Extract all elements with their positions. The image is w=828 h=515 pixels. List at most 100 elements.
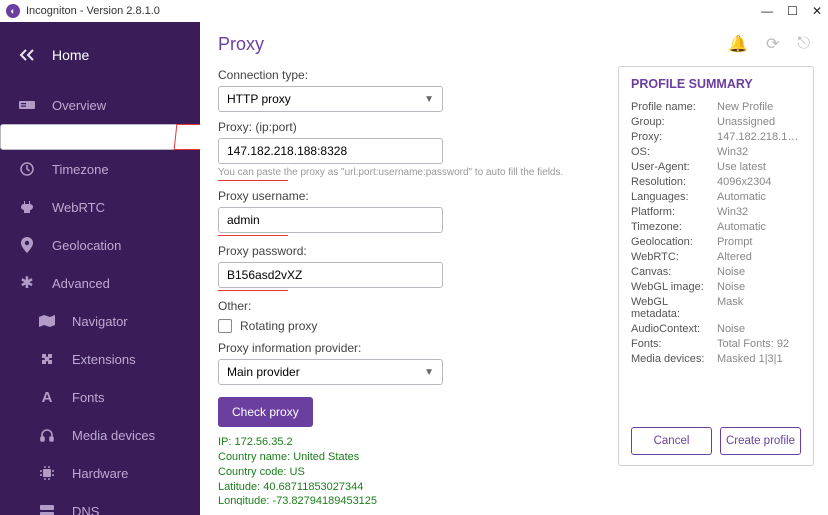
proxy-info-ip: IP: 172.56.35.2: [218, 435, 596, 450]
star-icon: ✱: [18, 274, 36, 292]
summary-row: User-Agent:Use latest: [631, 161, 801, 173]
summary-row: Resolution: 4096x2304: [631, 176, 801, 188]
close-button[interactable]: ✕: [812, 4, 822, 18]
other-label: Other:: [218, 299, 596, 313]
headphones-icon: [38, 426, 56, 444]
summary-row: Proxy:147.182.218.188:8328/HTT...: [631, 131, 801, 143]
chevron-down-icon: ▼: [424, 94, 434, 105]
annotation-redline: [218, 235, 288, 236]
summary-row: AudioContext:Noise: [631, 323, 801, 335]
summary-key: AudioContext:: [631, 323, 711, 335]
sidebar-item-webrtc[interactable]: WebRTC: [0, 188, 200, 226]
ipport-input[interactable]: [218, 138, 443, 164]
provider-select[interactable]: Main provider ▼: [218, 359, 443, 385]
summary-value: Noise: [717, 266, 801, 278]
summary-key: WebRTC:: [631, 251, 711, 263]
minimize-button[interactable]: —: [761, 4, 773, 18]
sidebar-item-advanced[interactable]: ✱ Advanced: [0, 264, 200, 302]
proxy-info-country-code: Country code: US: [218, 465, 596, 480]
summary-row: WebRTC: Altered: [631, 251, 801, 263]
ipport-hint: You can paste the proxy as "url:port:use…: [218, 167, 596, 178]
connection-type-select[interactable]: HTTP proxy ▼: [218, 86, 443, 112]
sidebar-home-label: Home: [52, 47, 89, 63]
profile-summary-title: PROFILE SUMMARY: [631, 77, 801, 91]
summary-value: Mask: [717, 296, 801, 320]
summary-key: Geolocation:: [631, 236, 711, 248]
summary-value: Win32: [717, 206, 801, 218]
summary-key: Resolution:: [631, 176, 711, 188]
proxy-info-lon: Longitude: -73.82794189453125: [218, 494, 596, 505]
sidebar-sub-extensions[interactable]: Extensions: [0, 340, 200, 378]
summary-row: Group:Unassigned: [631, 116, 801, 128]
provider-value: Main provider: [227, 365, 300, 379]
sidebar-sub-label: Navigator: [72, 314, 128, 329]
page-title: Proxy: [218, 34, 710, 55]
refresh-icon[interactable]: ⟳: [766, 34, 779, 54]
plug-icon: [18, 198, 36, 216]
sidebar-item-timezone[interactable]: Timezone: [0, 150, 200, 188]
summary-value: Masked 1|3|1: [717, 353, 801, 365]
font-icon: A: [38, 388, 56, 406]
summary-value: Noise: [717, 281, 801, 293]
sidebar-item-proxy[interactable]: Proxy: [0, 124, 200, 150]
summary-key: Proxy:: [631, 131, 711, 143]
summary-value: Use latest: [717, 161, 801, 173]
connection-type-value: HTTP proxy: [227, 92, 291, 106]
summary-value: Win32: [717, 146, 801, 158]
profile-summary-panel: PROFILE SUMMARY Profile name:New Profile…: [618, 66, 814, 466]
rotating-proxy-checkbox[interactable]: [218, 319, 232, 333]
sidebar: Home Overview Proxy Timezone WebRTC Geol…: [0, 22, 200, 515]
sidebar-sub-label: DNS: [72, 504, 99, 515]
sidebar-home[interactable]: Home: [0, 38, 200, 86]
password-input[interactable]: [218, 262, 443, 288]
create-profile-button[interactable]: Create profile: [720, 427, 801, 455]
sidebar-label: WebRTC: [52, 200, 105, 215]
summary-row: Fonts: Total Fonts: 92: [631, 338, 801, 350]
username-input[interactable]: [218, 207, 443, 233]
sidebar-sub-fonts[interactable]: A Fonts: [0, 378, 200, 416]
username-label: Proxy username:: [218, 189, 596, 203]
bell-icon[interactable]: 🔔: [728, 34, 748, 54]
sidebar-sub-dns[interactable]: DNS: [0, 492, 200, 515]
logout-icon[interactable]: ⎋: [797, 35, 810, 53]
sidebar-item-overview[interactable]: Overview: [0, 86, 200, 124]
sidebar-label: Geolocation: [52, 238, 121, 253]
summary-value: 4096x2304: [717, 176, 801, 188]
clock-icon: [18, 160, 36, 178]
summary-key: WebGL metadata:: [631, 296, 711, 320]
chip-icon: [38, 464, 56, 482]
sidebar-sub-label: Fonts: [72, 390, 105, 405]
cancel-button[interactable]: Cancel: [631, 427, 712, 455]
sidebar-sub-label: Extensions: [72, 352, 136, 367]
summary-row: WebGL image:Noise: [631, 281, 801, 293]
chevron-down-icon: ▼: [424, 367, 434, 378]
summary-key: Timezone:: [631, 221, 711, 233]
summary-value: Altered: [717, 251, 801, 263]
sidebar-label: Timezone: [52, 162, 109, 177]
overview-icon: [18, 96, 36, 114]
summary-row: OS: Win32: [631, 146, 801, 158]
sidebar-sub-navigator[interactable]: Navigator: [0, 302, 200, 340]
sidebar-item-geolocation[interactable]: Geolocation: [0, 226, 200, 264]
sidebar-sub-media[interactable]: Media devices: [0, 416, 200, 454]
summary-key: Profile name:: [631, 101, 711, 113]
app-logo-icon: ◐: [6, 4, 20, 18]
summary-row: Platform:Win32: [631, 206, 801, 218]
summary-key: OS:: [631, 146, 711, 158]
summary-key: Group:: [631, 116, 711, 128]
maximize-button[interactable]: ☐: [787, 4, 798, 18]
summary-value: Total Fonts: 92: [717, 338, 801, 350]
password-label: Proxy password:: [218, 244, 596, 258]
check-proxy-button[interactable]: Check proxy: [218, 397, 313, 427]
map-icon: [38, 312, 56, 330]
summary-key: Canvas:: [631, 266, 711, 278]
sidebar-sub-hardware[interactable]: Hardware: [0, 454, 200, 492]
summary-value: Automatic: [717, 191, 801, 203]
title-bar: ◐ Incogniton - Version 2.8.1.0 — ☐ ✕: [0, 0, 828, 22]
summary-key: Media devices:: [631, 353, 711, 365]
summary-row: WebGL metadata:Mask: [631, 296, 801, 320]
summary-value: Prompt: [717, 236, 801, 248]
summary-key: Fonts:: [631, 338, 711, 350]
ipport-label: Proxy: (ip:port): [218, 120, 596, 134]
back-arrows-icon: [18, 46, 36, 64]
